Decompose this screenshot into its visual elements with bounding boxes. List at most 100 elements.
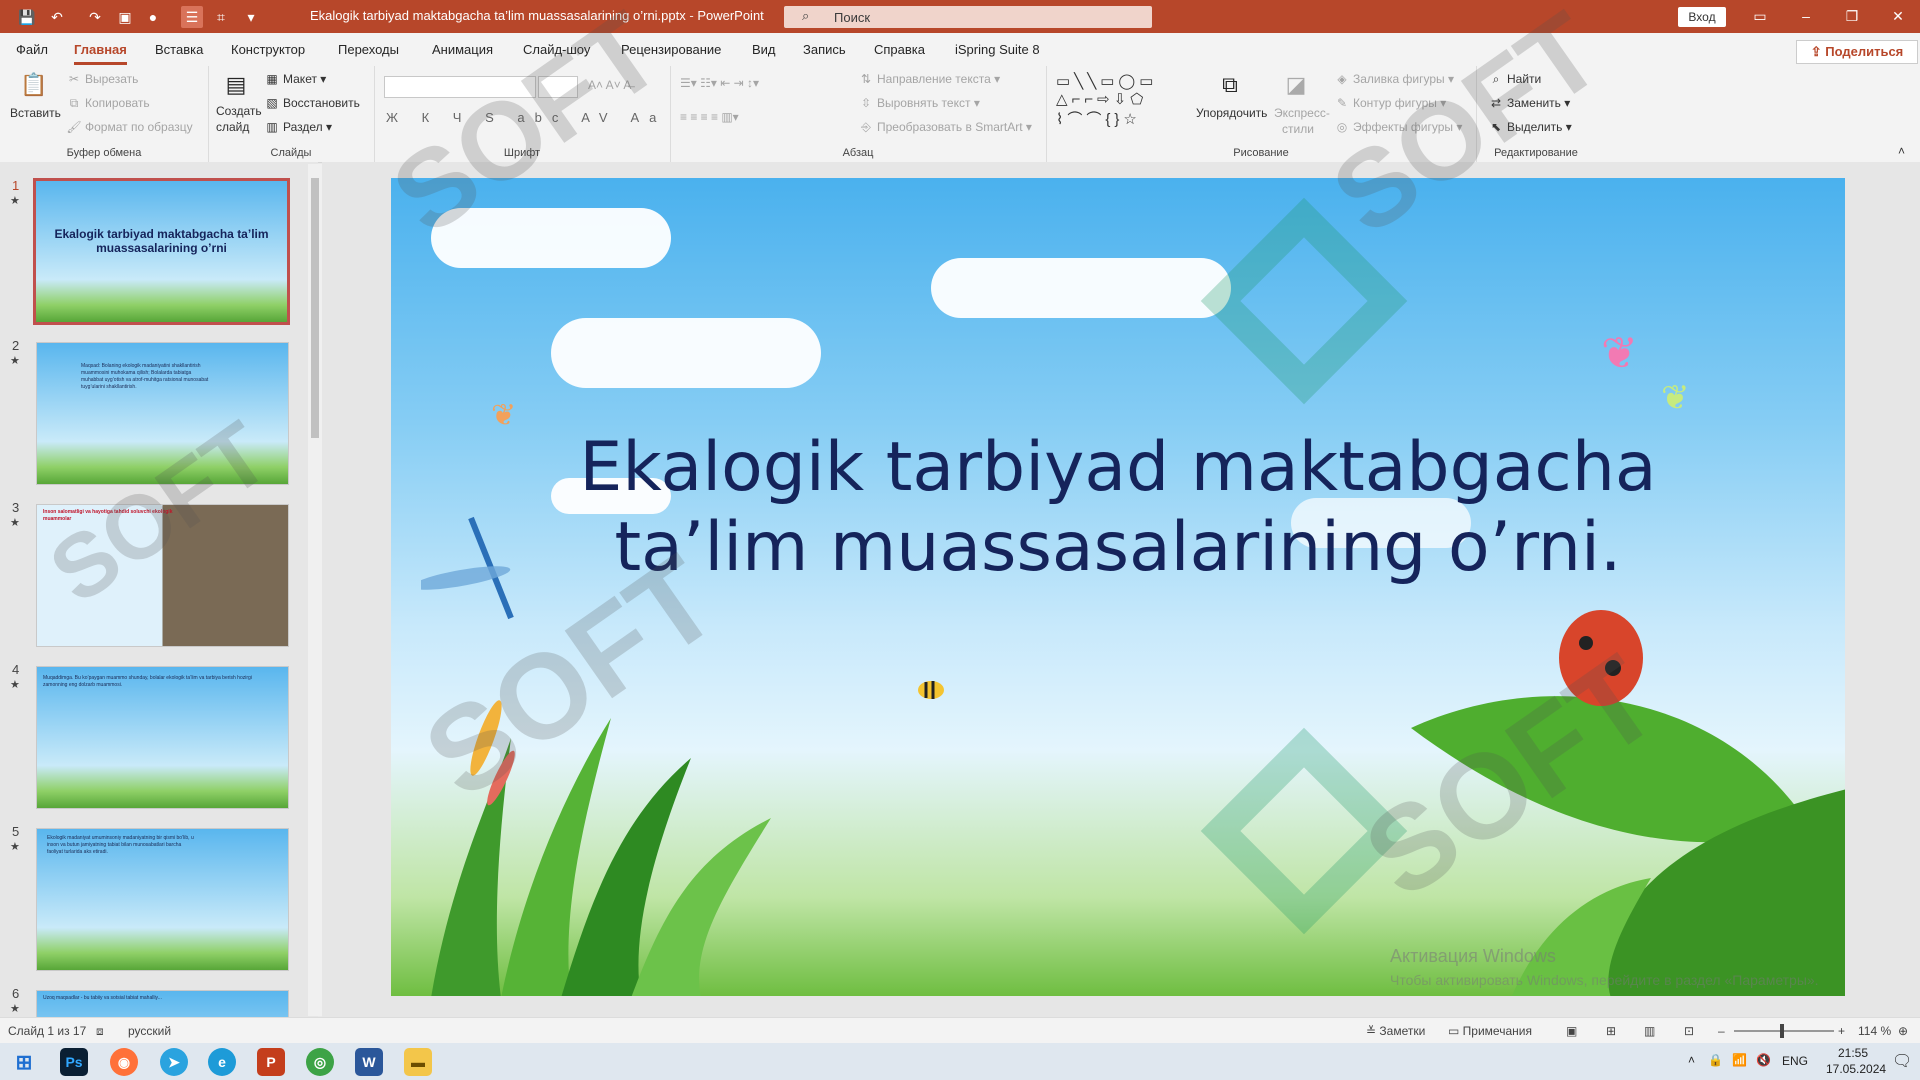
thumbnail-slide-4[interactable]: Muqaddimga. Bu ko’paygan muammo shunday,… xyxy=(36,666,289,809)
layout-button[interactable]: ▦ Макет ▾ xyxy=(264,72,326,86)
slide-1[interactable]: ❦ ❦ ❦ Ekalogik tarbiyad maktabgacha ta’l… xyxy=(391,178,1845,996)
smartart-button[interactable]: ⎆ Преобразовать в SmartArt ▾ xyxy=(858,120,1032,135)
align-text-button[interactable]: ⇳ Выровнять текст ▾ xyxy=(858,96,980,110)
shapes-gallery[interactable]: ▭╲╲▭◯▭ △⌐⌐⇨⇩⬠ ⌇⌒⌒{}☆ xyxy=(1056,72,1157,129)
format-painter-button[interactable]: 🖌 Формат по образцу xyxy=(66,120,192,134)
photoshop-icon[interactable]: Ps xyxy=(60,1048,88,1076)
language-indicator[interactable]: русский xyxy=(128,1024,171,1038)
reset-button[interactable]: ▧ Восстановить xyxy=(264,96,360,110)
text-direction-button[interactable]: ⇅ Направление текста ▾ xyxy=(858,72,1000,86)
cut-button[interactable]: ✂ Вырезать xyxy=(66,72,138,86)
reading-view-icon[interactable]: ▥ xyxy=(1644,1024,1655,1038)
normal-view-icon[interactable]: ▣ xyxy=(1566,1024,1577,1038)
tab-view[interactable]: Вид xyxy=(752,42,776,57)
redo-icon[interactable]: ↷ xyxy=(84,6,106,28)
security-icon[interactable]: 🔒 xyxy=(1708,1053,1723,1067)
ribbon-display-icon[interactable]: ▭ xyxy=(1740,5,1780,27)
new-slide-icon[interactable]: ▤ xyxy=(220,70,252,100)
record-icon[interactable]: ● xyxy=(142,6,164,28)
normal-view-icon[interactable]: ☰ xyxy=(181,6,203,28)
find-button[interactable]: ⌕ Найти xyxy=(1488,72,1542,87)
tray-chevron-icon[interactable]: ˄ xyxy=(1688,1053,1695,1067)
thumbnail-slide-5[interactable]: Ekologik madaniyat umuminsoniy madaniyat… xyxy=(36,828,289,971)
login-button[interactable]: Вход xyxy=(1678,7,1726,27)
list-buttons-icon[interactable]: ☰▾ ☷▾ ⇤ ⇥ ↕▾ xyxy=(680,76,759,90)
accessibility-icon[interactable]: ⧈ xyxy=(96,1024,104,1039)
replace-button[interactable]: ⇄ Заменить ▾ xyxy=(1488,96,1570,110)
copy-button[interactable]: ⧉ Копировать xyxy=(66,96,150,111)
section-button[interactable]: ▥ Раздел ▾ xyxy=(264,120,332,134)
chrome-icon[interactable]: ◎ xyxy=(306,1048,334,1076)
thumbnail-slide-6[interactable]: Uzoq maqsadlar - bu tabiiy va sotsial ta… xyxy=(36,990,289,1017)
tab-transitions[interactable]: Переходы xyxy=(338,42,399,57)
new-slide-button[interactable]: Создать xyxy=(216,104,262,118)
quick-styles-icon[interactable]: ◪ xyxy=(1280,70,1312,100)
shape-outline-button[interactable]: ✎ Контур фигуры ▾ xyxy=(1334,96,1446,110)
paste-button[interactable]: Вставить xyxy=(10,106,61,120)
font-format-buttons[interactable]: Ж К Ч S abc AV Aa xyxy=(386,110,666,125)
powerpoint-icon[interactable]: P xyxy=(257,1048,285,1076)
quick-styles-button[interactable]: Экспресс- xyxy=(1274,106,1330,120)
volume-icon[interactable]: 🔇 xyxy=(1756,1053,1771,1067)
tab-review[interactable]: Рецензирование xyxy=(621,42,721,57)
zoom-level[interactable]: 114 % xyxy=(1858,1024,1891,1038)
wifi-icon[interactable]: 📶 xyxy=(1732,1053,1747,1067)
zoom-slider[interactable] xyxy=(1734,1030,1834,1032)
tab-home[interactable]: Главная xyxy=(74,42,127,65)
scrollbar-thumb[interactable] xyxy=(311,178,319,438)
slide-sorter-icon[interactable]: ⊞ xyxy=(1606,1024,1616,1038)
align-buttons-icon[interactable]: ≡ ≡ ≡ ≡ ▥▾ xyxy=(680,110,739,124)
close-icon[interactable]: ✕ xyxy=(1878,5,1918,27)
input-language[interactable]: ENG xyxy=(1782,1054,1808,1068)
tab-animations[interactable]: Анимация xyxy=(432,42,493,57)
thumbnail-slide-1[interactable]: Ekalogik tarbiyad maktabgacha ta’lim mua… xyxy=(33,178,290,325)
shape-effects-button[interactable]: ◎ Эффекты фигуры ▾ xyxy=(1334,120,1463,134)
slideshow-start-icon[interactable]: ▣ xyxy=(114,6,136,28)
collapse-ribbon-icon[interactable]: ˄ xyxy=(1898,144,1905,158)
notifications-icon[interactable]: 🗨 xyxy=(1892,1051,1912,1071)
explorer-icon[interactable]: ▬ xyxy=(404,1048,432,1076)
tab-record[interactable]: Запись xyxy=(803,42,846,57)
tab-design[interactable]: Конструктор xyxy=(231,42,305,57)
tab-ispring[interactable]: iSpring Suite 8 xyxy=(955,42,1040,57)
font-name-combo[interactable] xyxy=(384,76,536,98)
thumbnails-scrollbar[interactable] xyxy=(308,164,322,1016)
slideshow-icon[interactable]: ⊡ xyxy=(1684,1024,1694,1038)
restore-icon[interactable]: ❐ xyxy=(1832,5,1872,27)
slide-title[interactable]: Ekalogik tarbiyad maktabgacha ta’lim mua… xyxy=(391,428,1845,588)
arrange-icon[interactable]: ⧉ xyxy=(1214,70,1246,100)
tab-file[interactable]: Файл xyxy=(16,42,48,57)
tab-slideshow[interactable]: Слайд-шоу xyxy=(523,42,590,57)
telegram-icon[interactable]: ➤ xyxy=(160,1048,188,1076)
arrange-button[interactable]: Упорядочить xyxy=(1196,106,1267,120)
share-button[interactable]: ⇪ Поделиться xyxy=(1796,40,1918,64)
zoom-slider-thumb[interactable] xyxy=(1780,1024,1784,1038)
search-box[interactable]: ⌕ Поиск xyxy=(784,6,1152,28)
thumbnail-slide-2[interactable]: Maqsad: Bolaning ekologik madaniyatini s… xyxy=(36,342,289,485)
shape-fill-button[interactable]: ◈ Заливка фигуры ▾ xyxy=(1334,72,1454,86)
clock-time[interactable]: 21:55 xyxy=(1838,1046,1868,1060)
minimize-icon[interactable]: – xyxy=(1786,5,1826,27)
tab-insert[interactable]: Вставка xyxy=(155,42,203,57)
present-icon[interactable]: ⌗ xyxy=(210,6,232,28)
font-size-combo[interactable] xyxy=(538,76,578,98)
zoom-in-icon[interactable]: + xyxy=(1838,1024,1845,1038)
paste-icon[interactable]: 📋 xyxy=(18,70,50,100)
fit-slide-icon[interactable]: ⊕ xyxy=(1898,1024,1908,1038)
comments-button[interactable]: ▭ Примечания xyxy=(1448,1024,1532,1038)
edge-icon[interactable]: e xyxy=(208,1048,236,1076)
windows-start-icon[interactable]: ⊞ xyxy=(10,1048,38,1076)
clock-date[interactable]: 17.05.2024 xyxy=(1826,1062,1886,1076)
word-icon[interactable]: W xyxy=(355,1048,383,1076)
firefox-icon[interactable]: ◉ xyxy=(110,1048,138,1076)
save-icon[interactable]: 💾 xyxy=(16,6,38,28)
undo-icon[interactable]: ↶ xyxy=(46,6,68,28)
select-icon: ⬉ xyxy=(1490,120,1502,134)
customize-qat-icon[interactable]: ▾ xyxy=(240,6,262,28)
notes-button[interactable]: ≚ Заметки xyxy=(1366,1024,1425,1038)
thumbnail-slide-3[interactable]: Inson salomatligi va hayotiga tahdid sol… xyxy=(36,504,289,647)
zoom-out-icon[interactable]: – xyxy=(1718,1024,1725,1038)
font-grow-icon[interactable]: A˄ A˅ A̶ xyxy=(588,78,631,92)
tab-help[interactable]: Справка xyxy=(874,42,925,57)
select-button[interactable]: ⬉ Выделить ▾ xyxy=(1488,120,1572,134)
